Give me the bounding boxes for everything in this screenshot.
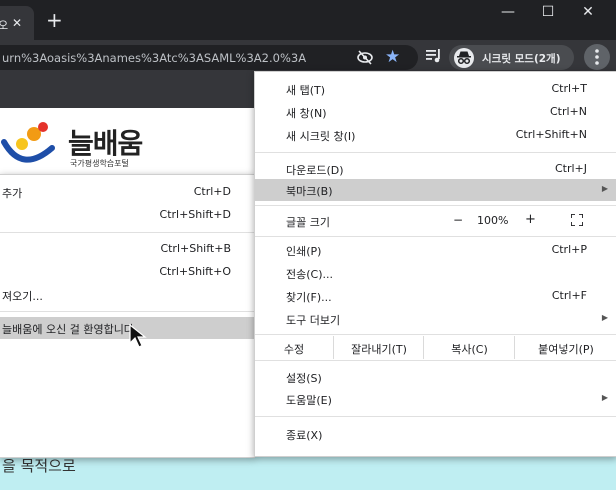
menu-item-label: 져오기... [2,290,43,303]
menu-divider [0,311,254,312]
address-bar[interactable]: urn%3Aoasis%3Anames%3Atc%3ASAML%3A2.0%3A… [0,45,418,70]
bookmark-item[interactable]: 늘배움에 오신 걸 환영합니다 [0,317,254,339]
menu-item-label: 다운로드(D) [286,164,344,177]
logo-mark [1,122,55,163]
copy-label: 복사(C) [451,343,488,356]
menu-item-downloads[interactable]: 다운로드(D) Ctrl+J [255,158,616,180]
menu-item-cast[interactable]: 전송(C)... [255,262,616,284]
menu-item-add-bookmark[interactable]: 추가 Ctrl+D [0,181,254,203]
menu-item-shortcut: Ctrl+N [549,105,587,118]
incognito-profile-button[interactable]: 시크릿 모드(2개) [449,45,574,70]
minimize-button[interactable]: — [489,2,527,22]
menu-item-label: 전송(C)... [286,268,333,281]
menu-item-print[interactable]: 인쇄(P) Ctrl+P [255,239,616,261]
menu-item-label: 종료(X) [286,429,323,442]
menu-item-settings[interactable]: 설정(S) [255,366,616,388]
cut-label: 잘라내기(T) [351,343,407,356]
edit-label-cell: 수정 [255,336,333,359]
menu-item-bookmark-all-tabs[interactable]: Ctrl+Shift+D [0,204,254,226]
menu-item-shortcut: Ctrl+Shift+N [515,128,587,141]
maximize-button[interactable]: ☐ [529,2,567,22]
chrome-main-menu: 새 탭(T) Ctrl+T 새 창(N) Ctrl+N 새 시크릿 창(I) C… [254,71,616,457]
menu-item-label: 인쇄(P) [286,245,322,258]
menu-divider [255,416,616,417]
menu-item-shortcut: Ctrl+J [554,162,587,175]
zoom-out-button[interactable]: − [453,213,463,227]
menu-item-shortcut: Ctrl+Shift+O [159,265,231,278]
menu-item-show-bookmark-bar[interactable]: Ctrl+Shift+O [0,261,254,283]
menu-divider [255,236,616,237]
tab-close-button[interactable]: ✕ [12,16,22,30]
menu-item-shortcut: Ctrl+F [551,289,587,302]
menu-item-new-window[interactable]: 새 창(N) Ctrl+N [255,101,616,123]
menu-item-label: 설정(S) [286,372,322,385]
menu-divider [255,334,616,335]
site-logo[interactable]: 늘배움 국가평생학습포털 [0,118,160,178]
zoom-row: 글꼴 크기 − 100% + [255,207,616,234]
menu-item-bookmarks[interactable]: 북마크(B) ▶ [255,179,616,201]
menu-item-import-bookmarks[interactable]: 져오기... [0,284,254,306]
menu-item-help[interactable]: 도움말(E) ▶ [255,388,616,410]
cut-button[interactable]: 잘라내기(T) [333,336,424,359]
logo-subtitle: 국가평생학습포털 [70,159,129,168]
bookmark-item-label: 늘배움에 오신 걸 환영합니다 [2,323,134,336]
media-control-icon[interactable] [426,49,442,63]
submenu-arrow-icon: ▶ [601,313,608,322]
zoom-label: 글꼴 크기 [286,216,330,229]
menu-item-new-tab[interactable]: 새 탭(T) Ctrl+T [255,78,616,100]
edit-label: 수정 [283,343,305,356]
menu-item-bookmark-manager[interactable]: Ctrl+Shift+B [0,238,254,260]
menu-item-label: 새 시크릿 창(I) [286,130,356,143]
mouse-cursor-icon [129,323,147,348]
submenu-arrow-icon: ▶ [601,184,608,193]
bookmark-star-icon[interactable]: ★ [385,47,400,67]
submenu-arrow-icon: ▶ [601,393,608,402]
menu-item-label: 도구 더보기 [286,314,341,327]
toolbar: urn%3Aoasis%3Anames%3Atc%3ASAML%3A2.0%3A… [0,40,616,75]
logo-text: 늘배움 [68,127,143,160]
zoom-level: 100% [477,214,509,227]
fullscreen-icon[interactable] [571,214,583,226]
tab-title: 오 [0,19,9,32]
paste-label: 붙여넣기(P) [538,343,594,356]
menu-item-more-tools[interactable]: 도구 더보기 ▶ [255,308,616,330]
menu-item-shortcut: Ctrl+T [551,82,587,95]
menu-item-find[interactable]: 찾기(F)... Ctrl+F [255,285,616,307]
chrome-menu-button[interactable] [584,44,610,70]
menu-item-new-incognito-window[interactable]: 새 시크릿 창(I) Ctrl+Shift+N [255,124,616,146]
menu-item-label: 북마크(B) [286,185,333,198]
paste-button[interactable]: 붙여넣기(P) [514,336,616,359]
menu-item-label: 도움말(E) [286,394,332,407]
window-close-button[interactable]: ✕ [569,2,607,22]
incognito-icon [454,48,474,68]
browser-tab[interactable]: 오 ✕ [0,6,34,40]
menu-item-label: 새 탭(T) [286,84,326,97]
bookmark-submenu: 추가 Ctrl+D Ctrl+Shift+D Ctrl+Shift+B Ctrl… [0,174,255,458]
more-vert-icon [595,49,599,65]
hero-text: 을 목적으로 [2,457,76,475]
menu-divider [255,152,616,153]
menu-divider [255,205,616,206]
menu-item-exit[interactable]: 종료(X) [255,423,616,445]
menu-divider [255,360,616,361]
menu-item-label: 새 창(N) [286,107,327,120]
url-text: urn%3Aoasis%3Anames%3Atc%3ASAML%3A2.0%3A [2,51,307,65]
menu-item-shortcut: Ctrl+D [193,185,231,198]
menu-item-shortcut: Ctrl+Shift+B [160,242,231,255]
copy-button[interactable]: 복사(C) [423,336,515,359]
menu-item-shortcut: Ctrl+P [551,243,587,256]
menu-divider [0,232,254,233]
tab-strip: 오 ✕ + — ☐ ✕ [0,0,616,40]
menu-item-label: 추가 [2,187,23,200]
incognito-label: 시크릿 모드(2개) [482,53,561,65]
edit-row: 수정 잘라내기(T) 복사(C) 붙여넣기(P) [255,336,616,359]
eye-off-icon[interactable] [356,50,374,65]
menu-item-shortcut: Ctrl+Shift+D [159,208,231,221]
menu-item-label: 찾기(F)... [286,291,332,304]
zoom-in-button[interactable]: + [525,212,536,227]
new-tab-button[interactable]: + [46,8,63,32]
